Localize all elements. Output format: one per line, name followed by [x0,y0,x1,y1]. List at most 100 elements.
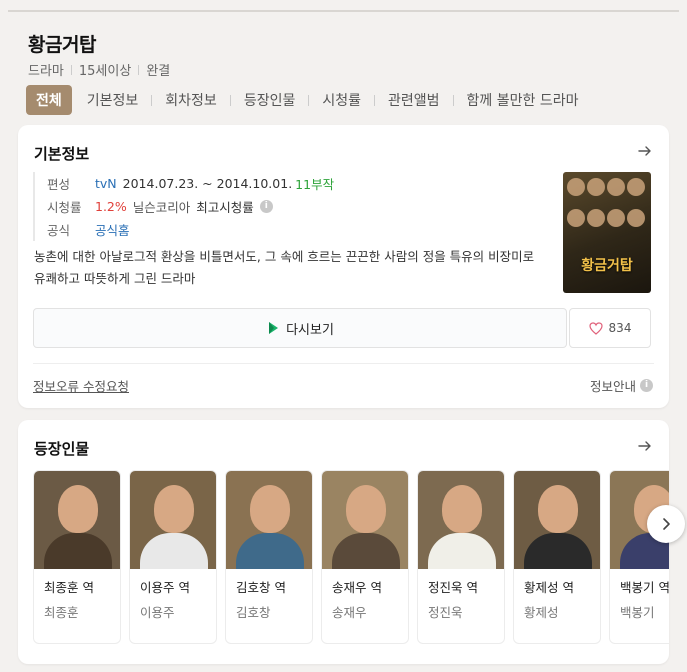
cast-item[interactable]: 송재우 역송재우 [321,470,409,644]
poster-image[interactable]: 황금거탑 [563,172,651,293]
cast-item[interactable]: 최종훈 역최종훈 [33,470,121,644]
age-rating-text: 15세이상 [78,64,132,79]
official-label: 공식 [47,223,71,238]
next-button[interactable] [647,505,685,543]
cast-face [442,485,482,533]
cast-clothes [236,533,304,569]
like-count: 834 [608,321,632,335]
genre-text: 드라마 [28,64,64,79]
cast-actor: 이용주 [140,605,175,620]
cast-card: 등장인물 최종훈 역 최종훈 이용주 역 이용주 김호창 역 김호창 송재우 역 송재우 정진욱… [18,420,685,664]
tab-related-dramas[interactable]: 함께 볼만한 드라마 [467,90,579,110]
cast-photo [226,471,312,569]
broadcast-value: tvN 2014.07.23. ~ 2014.10.01. 11부작 [95,174,334,193]
tab-albums[interactable]: 관련앨범 [388,90,440,110]
cast-clothes [140,533,208,569]
cast-face [346,485,386,533]
official-value: 공식홈 [95,220,130,239]
cast-role: 정진욱 역 [428,580,478,595]
info-icon[interactable]: i [259,200,273,213]
official-site-link[interactable]: 공식홈 [95,220,130,239]
cast-photo [418,471,504,569]
report-error-link[interactable]: 정보오류 수정요청 [33,376,129,395]
cast-role: 황제성 역 [524,580,574,595]
top-divider [8,10,679,12]
info-table: 편성 tvN 2014.07.23. ~ 2014.10.01. 11부작 시청… [33,172,553,241]
broadcast-label: 편성 [47,177,71,192]
tab-separator [229,94,231,106]
tab-separator [452,94,454,106]
info-row-broadcast: 편성 tvN 2014.07.23. ~ 2014.10.01. 11부작 [33,172,553,195]
meta-separator [138,64,140,75]
tab-cast[interactable]: 등장인물 [244,90,296,110]
play-icon [269,322,279,334]
cast-item[interactable]: 김호창 역김호창 [225,470,313,644]
cast-actor: 황제성 [524,605,559,620]
cast-clothes [44,533,112,569]
info-row-rating: 시청률 1.2% 닐슨코리아 최고시청률 i [33,195,553,218]
cast-item[interactable]: 이용주 역이용주 [129,470,217,644]
tab-basic-info[interactable]: 기본정보 [87,90,139,110]
cast-clothes [524,533,592,569]
title-meta: 드라마 15세이상 완결 [28,60,170,79]
rating-label: 시청률 [47,200,82,215]
tab-separator [151,94,153,106]
like-button[interactable]: 834 [569,308,651,348]
cast-actor: 백봉기 [620,605,655,620]
info-icon: i [640,379,653,392]
tab-bar: 전체 기본정보 회차정보 등장인물 시청률 관련앨범 함께 볼만한 드라마 [26,85,578,115]
poster-faces [567,178,647,238]
episode-count: 11부작 [295,177,335,192]
status-text: 완결 [146,64,171,79]
rating-value: 1.2% [95,199,127,214]
info-row-official: 공식 공식홈 [33,218,553,241]
card-divider [33,363,654,364]
poster-title: 황금거탑 [581,258,633,274]
cast-actor: 정진욱 [428,605,463,620]
tab-all[interactable]: 전체 [26,85,72,115]
channel-link[interactable]: tvN [95,176,117,191]
cast-photo [34,471,120,569]
rating-type: 최고시청률 [196,200,254,215]
cast-role: 최종훈 역 [44,580,94,595]
cast-list: 최종훈 역 최종훈 이용주 역 이용주 김호창 역 김호창 송재우 역 송재우 정진욱 역 정진욱… [33,470,669,644]
cast-actor: 최종훈 [44,605,79,620]
watch-again-label: 다시보기 [286,322,334,338]
meta-separator [70,64,72,75]
cast-actor: 김호창 [236,605,271,620]
cast-photo [130,471,216,569]
tab-separator [374,94,375,106]
cast-item[interactable]: 황제성 역황제성 [513,470,601,644]
page-title: 황금거탑 [28,34,96,56]
chevron-right-icon [663,518,670,530]
cast-face [154,485,194,533]
cast-viewport: 최종훈 역 최종훈 이용주 역 이용주 김호창 역 김호창 송재우 역 송재우 정진욱 역 정진욱… [18,420,669,664]
tab-separator [79,95,80,106]
basic-info-title: 기본정보 [34,145,90,163]
broadcast-period: 2014.07.23. ~ 2014.10.01. [122,176,293,191]
cast-photo [514,471,600,569]
tab-episodes[interactable]: 회차정보 [165,90,217,110]
info-guide-label: 정보안내 [589,379,636,394]
cast-face [250,485,290,533]
cast-role: 김호창 역 [236,580,286,595]
cast-face [58,485,98,533]
rating-source: 닐슨코리아 [132,200,191,215]
basic-info-card: 기본정보 편성 tvN 2014.07.23. ~ 2014.10.01. 11… [18,125,669,408]
tab-separator [308,94,310,106]
cast-clothes [428,533,496,569]
watch-again-button[interactable]: 다시보기 [33,308,567,348]
cast-clothes [332,533,400,569]
cast-face [538,485,578,533]
cast-item[interactable]: 정진욱 역정진욱 [417,470,505,644]
heart-icon [588,321,603,335]
cast-role: 백봉기 역 [620,580,669,595]
tab-ratings[interactable]: 시청률 [322,90,361,110]
cast-item[interactable]: 백봉기 역백봉기 [609,470,669,644]
cast-role: 이용주 역 [140,580,190,595]
arrow-right-icon[interactable] [637,143,653,159]
cast-role: 송재우 역 [332,580,382,595]
synopsis-text: 농촌에 대한 아날로그적 환상을 비틀면서도, 그 속에 흐르는 끈끈한 사람의… [34,249,535,286]
info-guide-link[interactable]: 정보안내 i [590,376,653,395]
cast-actor: 송재우 [332,605,367,620]
